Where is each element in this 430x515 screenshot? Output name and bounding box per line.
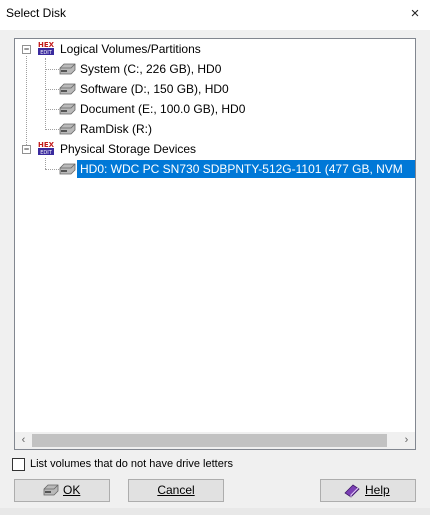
- scroll-right-icon[interactable]: ›: [398, 432, 415, 449]
- tree-item-system[interactable]: System (C:, 226 GB), HD0: [15, 60, 415, 78]
- help-book-icon: [344, 484, 360, 498]
- disk-tree[interactable]: − HEX EDIT Logical Volumes/Partitions Sy…: [14, 38, 416, 450]
- hex-icon: HEX EDIT: [38, 41, 55, 56]
- group-label: Physical Storage Devices: [60, 142, 197, 156]
- item-label: Document (E:, 100.0 GB), HD0: [80, 102, 246, 116]
- svg-text:EDIT: EDIT: [40, 150, 52, 156]
- collapse-icon[interactable]: −: [22, 145, 31, 154]
- hard-drive-icon: [59, 63, 76, 75]
- background-window-strip: [0, 508, 430, 515]
- title-bar: Select Disk ×: [0, 0, 430, 30]
- scroll-left-icon[interactable]: ‹: [15, 432, 32, 449]
- item-label: RamDisk (R:): [80, 122, 152, 136]
- no-drive-letter-checkbox[interactable]: [12, 458, 25, 471]
- ok-button[interactable]: OK: [14, 479, 110, 502]
- item-label-selected: HD0: WDC PC SN730 SDBPNTY-512G-1101 (477…: [76, 159, 415, 179]
- close-icon[interactable]: ×: [400, 0, 430, 28]
- item-label: Software (D:, 150 GB), HD0: [80, 82, 229, 96]
- hard-drive-icon: [59, 103, 76, 115]
- hex-icon: HEX EDIT: [38, 141, 55, 156]
- item-label: System (C:, 226 GB), HD0: [80, 62, 222, 76]
- hard-drive-icon: [43, 484, 59, 496]
- hard-drive-icon: [59, 123, 76, 135]
- cancel-label: Cancel: [157, 483, 195, 497]
- help-label: Help: [365, 483, 390, 497]
- tree-item-document[interactable]: Document (E:, 100.0 GB), HD0: [15, 100, 415, 118]
- select-disk-dialog: Select Disk × − HEX EDIT Logical Volumes…: [0, 0, 430, 515]
- collapse-icon[interactable]: −: [22, 45, 31, 54]
- checkbox-label: List volumes that do not have drive lett…: [30, 458, 233, 470]
- tree-item-software[interactable]: Software (D:, 150 GB), HD0: [15, 80, 415, 98]
- cancel-button[interactable]: Cancel: [128, 479, 224, 502]
- group-label: Logical Volumes/Partitions: [60, 42, 201, 56]
- help-button[interactable]: Help: [320, 479, 416, 502]
- tree-item-ramdisk[interactable]: RamDisk (R:): [15, 120, 415, 138]
- tree-group-logical-volumes[interactable]: − HEX EDIT Logical Volumes/Partitions: [15, 40, 415, 58]
- tree-item-hd0[interactable]: HD0: WDC PC SN730 SDBPNTY-512G-1101 (477…: [15, 159, 415, 179]
- tree-group-physical-storage[interactable]: − HEX EDIT Physical Storage Devices: [15, 140, 415, 158]
- horizontal-scrollbar[interactable]: ‹ ›: [15, 432, 415, 449]
- svg-text:EDIT: EDIT: [40, 50, 52, 56]
- svg-text:HEX: HEX: [38, 141, 55, 149]
- hard-drive-icon: [59, 83, 76, 95]
- ok-label: OK: [63, 483, 81, 497]
- svg-text:HEX: HEX: [38, 41, 55, 49]
- dialog-title: Select Disk: [6, 6, 67, 20]
- scrollbar-thumb[interactable]: [32, 434, 387, 447]
- hard-drive-icon: [59, 163, 76, 175]
